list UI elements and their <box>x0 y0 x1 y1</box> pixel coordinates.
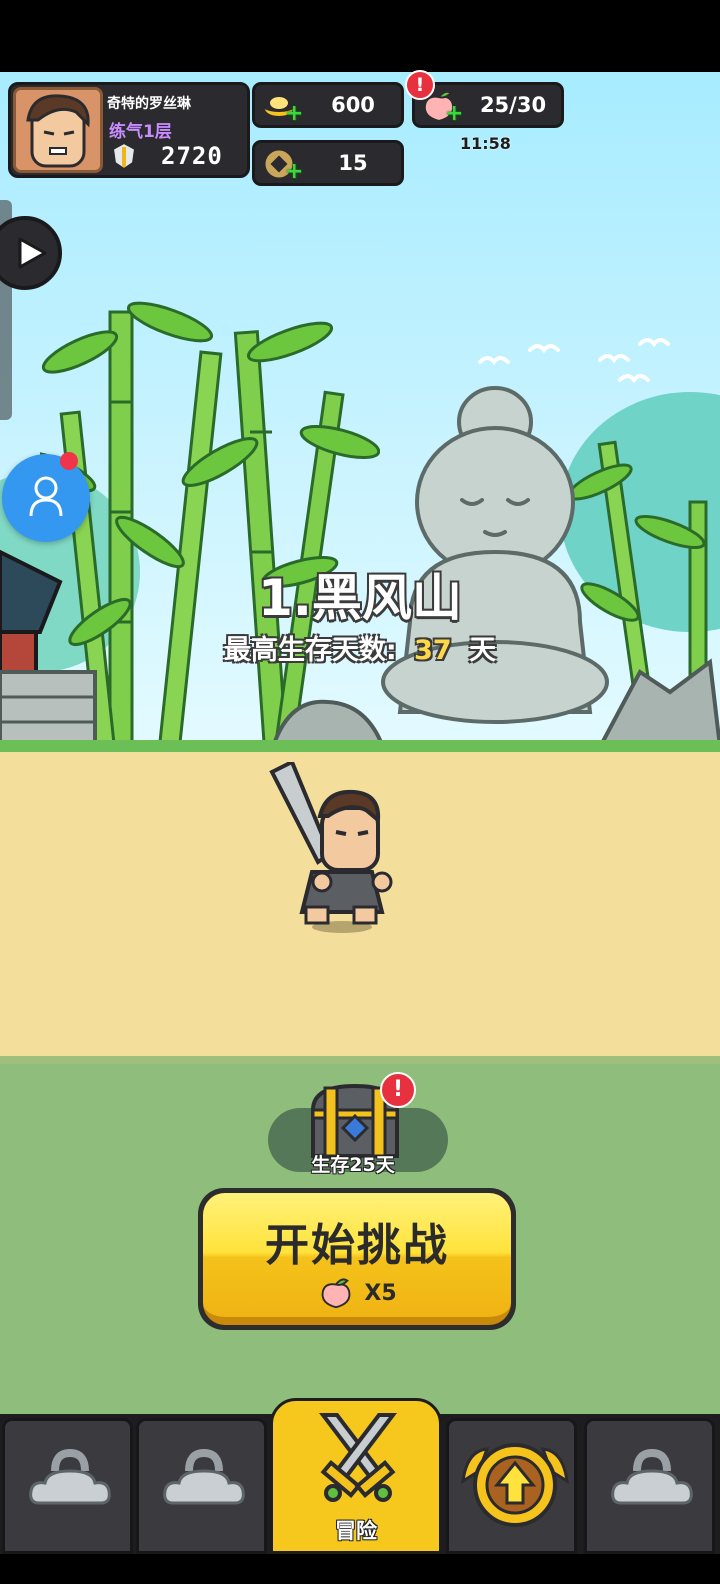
status-bar <box>0 0 720 72</box>
bottom-navigation: 冒险 <box>0 1398 720 1554</box>
nav-tab-locked-3[interactable] <box>584 1418 715 1554</box>
crossed-swords-icon <box>318 1413 398 1502</box>
avatar[interactable] <box>13 87 103 173</box>
nav-tab-adventure[interactable]: 冒险 <box>270 1398 442 1554</box>
add-coin-icon[interactable]: + <box>285 161 303 183</box>
coin-value: 15 <box>338 151 368 175</box>
best-survival-record: 最高生存天数: 37 天 <box>0 628 720 667</box>
nav-tab-locked-1[interactable] <box>2 1418 133 1554</box>
nav-tab-locked-2[interactable] <box>136 1418 267 1554</box>
stamina-refill-timer: 11:58 <box>460 134 511 153</box>
combat-power-value: 2720 <box>161 142 223 170</box>
player-rank: 练气1层 <box>109 122 172 142</box>
add-stamina-icon[interactable]: + <box>445 103 463 125</box>
player-info-panel[interactable]: 奇特的罗丝琳 练气1层 2720 <box>8 82 250 178</box>
power-helmet-icon <box>111 141 137 171</box>
nav-tab-upgrade[interactable] <box>446 1418 577 1554</box>
birds-illustration <box>478 338 670 384</box>
system-gesture-bar <box>0 1554 720 1584</box>
locked-cloud-icon <box>29 1448 111 1505</box>
user-center-button[interactable] <box>2 454 90 542</box>
challenge-cost-value: X5 <box>364 1280 397 1306</box>
gold-value: 600 <box>331 93 375 117</box>
locked-cloud-icon <box>611 1448 693 1505</box>
challenge-cost: X5 <box>203 1275 511 1311</box>
player-name: 奇特的罗丝琳 <box>107 96 191 112</box>
play-icon <box>18 237 47 269</box>
user-icon <box>29 476 63 517</box>
start-challenge-button[interactable]: 开始挑战 X5 <box>198 1188 516 1330</box>
stamina-alert-badge: ! <box>405 70 435 100</box>
nav-tab-label: 冒险 <box>335 1519 377 1543</box>
notification-dot <box>60 452 78 470</box>
hero-character <box>269 762 393 933</box>
survival-days: 37 <box>414 635 452 666</box>
start-button-label: 开始挑战 <box>265 1220 449 1271</box>
peach-icon <box>321 1278 351 1309</box>
add-gold-icon[interactable]: + <box>285 103 303 125</box>
chest-reward-label: 生存25天 <box>311 1154 395 1176</box>
survival-unit: 天 <box>469 635 497 666</box>
grass-edge <box>0 740 720 752</box>
coin-resource[interactable]: + 15 <box>252 140 404 186</box>
chest-alert-badge: ! <box>380 1072 416 1108</box>
gold-resource[interactable]: + 600 <box>252 82 404 128</box>
stamina-resource[interactable]: + 25/30 <box>412 82 564 128</box>
survival-label: 最高生存天数: <box>223 635 397 666</box>
upgrade-arrow-icon <box>461 1443 569 1527</box>
stamina-value: 25/30 <box>479 93 547 117</box>
stage-title: 1.黑风山 <box>258 569 462 627</box>
locked-cloud-icon <box>163 1448 245 1505</box>
rock-illustration <box>596 658 720 749</box>
